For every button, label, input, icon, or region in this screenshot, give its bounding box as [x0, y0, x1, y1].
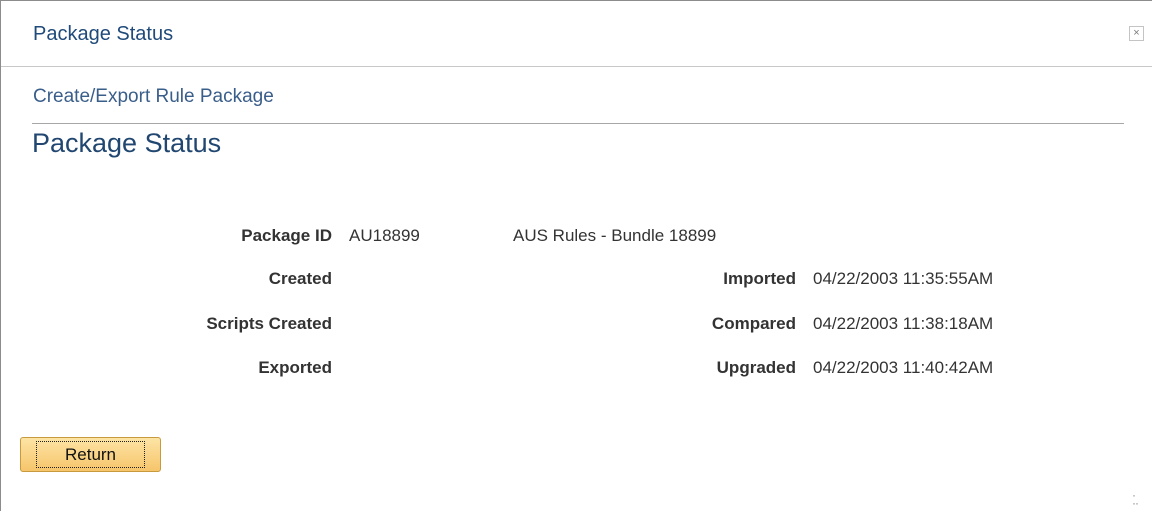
compared-value: 04/22/2003 11:38:18AM [813, 314, 994, 333]
return-button[interactable]: Return [20, 437, 161, 472]
imported-value: 04/22/2003 11:35:55AM [813, 269, 994, 288]
package-description: AUS Rules - Bundle 18899 [513, 226, 717, 245]
package-id-value: AU18899 [349, 226, 420, 245]
upgraded-label: Upgraded [716, 358, 796, 377]
header-divider [32, 123, 1124, 124]
exported-label: Exported [258, 358, 332, 377]
resize-grip-icon[interactable]: · ·· [1132, 489, 1139, 509]
imported-label: Imported [723, 269, 796, 288]
upgraded-value: 04/22/2003 11:40:42AM [813, 358, 994, 377]
dialog-title: Package Status [33, 23, 174, 45]
created-label: Created [268, 269, 332, 288]
page-title: Package Status [32, 128, 222, 158]
compared-label: Compared [711, 314, 796, 333]
breadcrumb: Create/Export Rule Package [33, 86, 274, 107]
scripts-created-label: Scripts Created [206, 314, 332, 333]
return-button-label: Return [36, 441, 145, 468]
package-status-dialog: Package Status × Create/Export Rule Pack… [0, 0, 1152, 511]
dialog-titlebar: Package Status × [1, 1, 1152, 67]
package-id-label: Package ID [241, 226, 332, 245]
close-icon[interactable]: × [1129, 26, 1144, 41]
